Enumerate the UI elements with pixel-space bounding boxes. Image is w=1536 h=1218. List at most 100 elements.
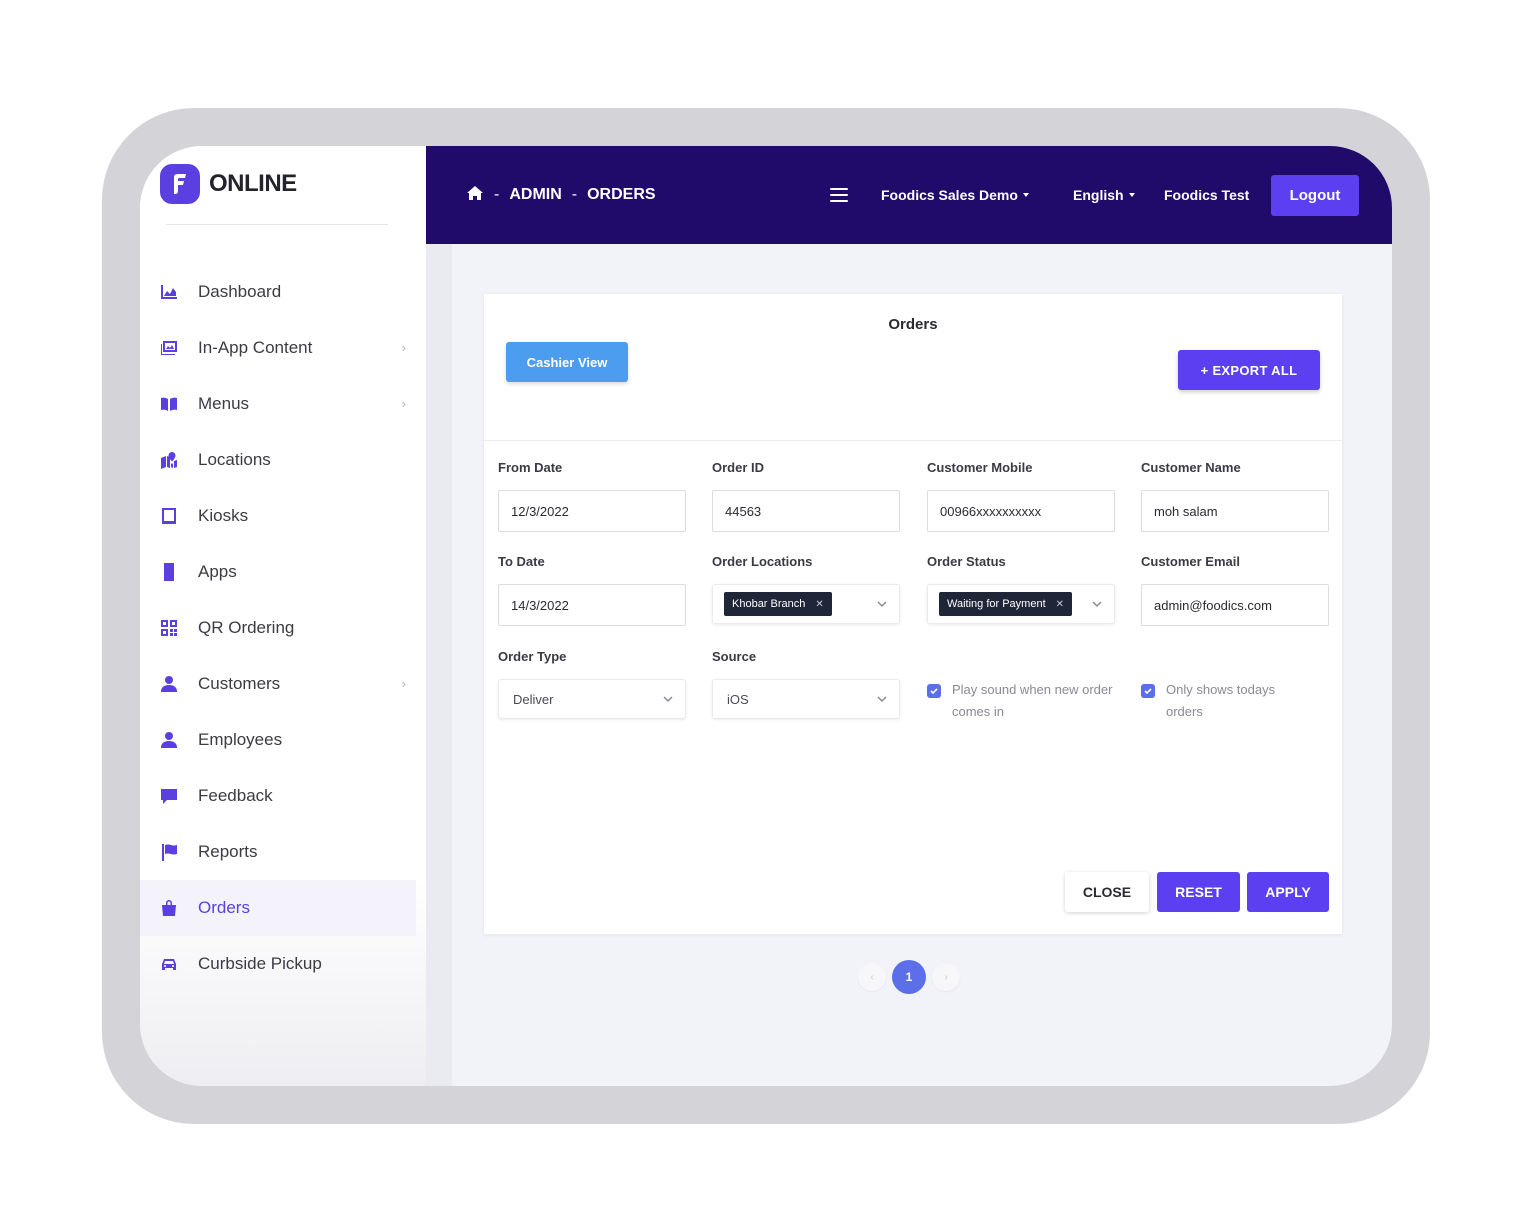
order-locations-field: Order Locations Khobar Branch ✕ [712, 554, 900, 624]
close-button[interactable]: CLOSE [1065, 872, 1149, 912]
order-status-field: Order Status Waiting for Payment ✕ [927, 554, 1115, 624]
flag-icon [160, 843, 178, 861]
sidebar-item-label: Employees [198, 730, 283, 749]
order-id-input[interactable] [712, 490, 900, 532]
sidebar-item-label: Menus [198, 394, 250, 413]
sidebar-item-label: Customers [198, 674, 281, 693]
orders-filter-card: Orders Cashier View + EXPORT ALL From Da… [484, 294, 1342, 934]
page-number-button[interactable]: 1 [892, 960, 926, 994]
chevron-down-icon [877, 696, 887, 703]
foodics-logo-icon [160, 164, 200, 204]
sidebar-item-label: QR Ordering [198, 618, 295, 637]
select-value: iOS [727, 691, 749, 707]
select-value: Deliver [513, 691, 554, 707]
to-date-input[interactable] [498, 584, 686, 626]
pagination: ‹ 1 › [858, 960, 960, 994]
language-dropdown-label: English [1073, 187, 1124, 203]
breadcrumb-admin[interactable]: ADMIN [509, 186, 561, 204]
map-marked-icon [160, 451, 178, 469]
caret-down-icon [1022, 193, 1029, 197]
logo[interactable]: ONLINE [160, 164, 297, 204]
card-title: Orders [888, 316, 938, 333]
hamburger-menu-icon[interactable] [830, 188, 848, 206]
user-name[interactable]: Foodics Test [1164, 146, 1249, 244]
sidebar-item-locations[interactable]: Locations [140, 432, 426, 488]
sidebar-item-qr-ordering[interactable]: QR Ordering [140, 600, 426, 656]
sidebar-item-kiosks[interactable]: Kiosks [140, 488, 426, 544]
sidebar-item-curbside-pickup[interactable]: Curbside Pickup [140, 936, 426, 992]
home-icon[interactable] [466, 185, 484, 206]
remove-tag-icon[interactable]: ✕ [1056, 599, 1064, 610]
chart-area-icon [160, 283, 178, 301]
sidebar-item-label: Kiosks [198, 506, 249, 525]
selected-location-tag: Khobar Branch ✕ [724, 592, 832, 616]
order-type-select[interactable]: Deliver [498, 679, 686, 719]
order-locations-select[interactable]: Khobar Branch ✕ [712, 584, 900, 624]
chevron-down-icon [663, 696, 673, 703]
order-id-field: Order ID [712, 460, 900, 532]
tag-label: Waiting for Payment [947, 598, 1046, 610]
from-date-input[interactable] [498, 490, 686, 532]
app-screen: ONLINE Dashboard In-App Content › Menus … [140, 146, 1392, 1086]
sidebar-item-customers[interactable]: Customers › [140, 656, 426, 712]
play-sound-checkbox[interactable] [927, 684, 941, 698]
user-icon [160, 731, 178, 749]
sidebar-item-reports[interactable]: Reports [140, 824, 426, 880]
business-dropdown[interactable]: Foodics Sales Demo [881, 146, 1029, 244]
todays-orders-option[interactable]: Only shows todays orders [1141, 682, 1321, 723]
field-label: Order ID [712, 460, 765, 475]
reset-button[interactable]: RESET [1157, 872, 1240, 912]
customer-email-field: Customer Email [1141, 554, 1329, 626]
chevron-right-icon: › [401, 396, 406, 411]
customer-name-input[interactable] [1141, 490, 1329, 532]
sidebar-item-label: Reports [198, 842, 258, 861]
field-label: Order Locations [712, 554, 813, 569]
source-field: Source iOS [712, 649, 900, 719]
sidebar-item-label: Feedback [198, 786, 273, 805]
sidebar-item-in-app-content[interactable]: In-App Content › [140, 320, 426, 376]
sidebar-item-label: Orders [198, 898, 250, 917]
export-all-button[interactable]: + EXPORT ALL [1178, 350, 1320, 390]
field-label: Customer Name [1141, 460, 1241, 475]
chevron-down-icon [877, 601, 887, 608]
next-page-button[interactable]: › [932, 963, 960, 991]
play-sound-option[interactable]: Play sound when new order comes in [927, 682, 1127, 723]
tablet-icon [160, 507, 178, 525]
field-label: Source [712, 649, 757, 664]
selected-status-tag: Waiting for Payment ✕ [939, 592, 1073, 616]
shopping-bag-icon [160, 899, 178, 917]
language-dropdown[interactable]: English [1073, 146, 1135, 244]
top-navbar: - ADMIN - ORDERS Foodics Sales Demo Engl… [426, 146, 1392, 244]
book-open-icon [160, 395, 178, 413]
sidebar-item-orders[interactable]: Orders [140, 880, 416, 936]
customer-mobile-input[interactable] [927, 490, 1115, 532]
field-label: From Date [498, 460, 563, 475]
chevron-right-icon: › [401, 676, 406, 691]
breadcrumb-orders: ORDERS [587, 186, 656, 203]
logout-button[interactable]: Logout [1271, 175, 1359, 216]
source-select[interactable]: iOS [712, 679, 900, 719]
previous-page-button[interactable]: ‹ [858, 963, 886, 991]
chevron-right-icon: › [401, 340, 406, 355]
customer-name-field: Customer Name [1141, 460, 1329, 532]
caret-down-icon [1128, 193, 1135, 197]
todays-orders-checkbox[interactable] [1141, 684, 1155, 698]
sidebar-item-label: In-App Content [198, 338, 313, 357]
remove-tag-icon[interactable]: ✕ [815, 599, 823, 610]
apply-button[interactable]: APPLY [1247, 872, 1329, 912]
customer-mobile-field: Customer Mobile [927, 460, 1115, 532]
sidebar-item-menus[interactable]: Menus › [140, 376, 426, 432]
sidebar-item-label: Apps [198, 562, 237, 581]
sidebar-item-employees[interactable]: Employees [140, 712, 426, 768]
sidebar-item-feedback[interactable]: Feedback [140, 768, 426, 824]
todays-orders-label: Only shows todays orders [1166, 682, 1276, 719]
customer-email-input[interactable] [1141, 584, 1329, 626]
business-dropdown-label: Foodics Sales Demo [881, 187, 1018, 203]
breadcrumb-separator: - [494, 186, 500, 203]
sidebar-item-apps[interactable]: Apps [140, 544, 426, 600]
sidebar-item-dashboard[interactable]: Dashboard [140, 264, 426, 320]
field-label: To Date [498, 554, 545, 569]
cashier-view-button[interactable]: Cashier View [506, 342, 628, 382]
order-status-select[interactable]: Waiting for Payment ✕ [927, 584, 1115, 624]
logo-text: ONLINE [209, 170, 297, 197]
